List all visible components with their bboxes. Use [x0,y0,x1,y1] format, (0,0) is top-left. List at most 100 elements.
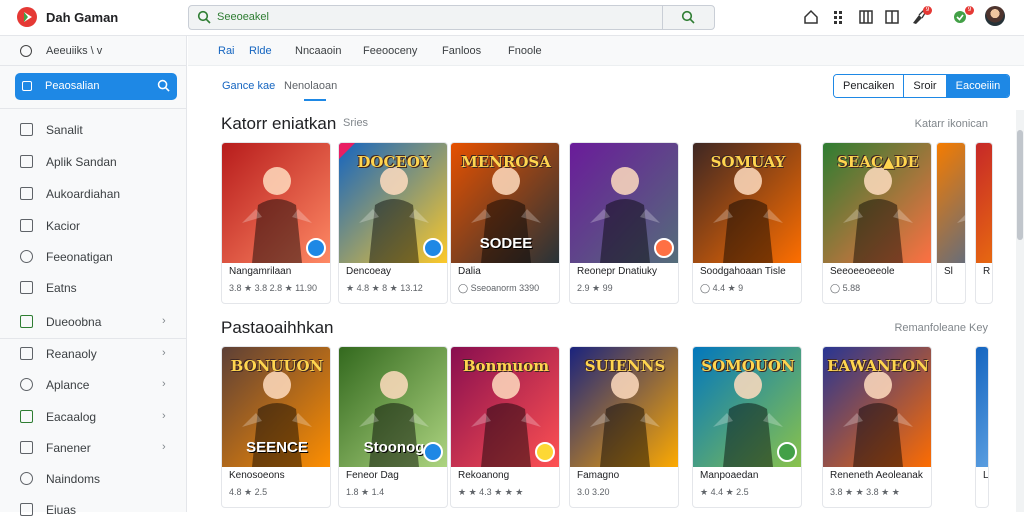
app-name: Dalia [458,266,481,277]
app-card[interactable]: Bonmuom Rekoanong ★ ★ 4.3 ★ ★ ★ [450,346,560,508]
app-card[interactable]: BONUUON SEENCE Kenosoeons 4.8 ★ 2.5 [221,346,331,508]
app-logo-icon[interactable] [16,6,38,28]
sidebar-group-games[interactable]: Dueoobna › [0,308,187,336]
sidebar-group-payment[interactable]: Fanener › [0,434,187,462]
scrollbar-thumb[interactable] [1017,130,1023,240]
verified-badge-icon [423,238,443,258]
verified-badge-icon [306,238,326,258]
grid-icon[interactable] [884,9,900,25]
section-more-link[interactable]: Remanfoleane Key [894,322,988,334]
app-rating: 3.8 ★ 3.8 2.8 ★ 11.90 [229,283,318,293]
app-name: Soodgahoaan Tisle [700,266,786,277]
divider [0,108,187,109]
sidebar-item-offers[interactable]: Feeonatigan [0,243,187,271]
sort-option[interactable]: Sroir [904,75,947,97]
sidebar-item-home[interactable]: Sanalit [0,116,187,144]
chevron-right-icon: › [162,347,166,359]
app-card[interactable]: L [975,346,989,508]
sidebar-item-apps[interactable]: Aplik Sandan [0,148,187,176]
sidebar-item-label: Aplik Sandan [46,155,117,169]
app-card[interactable]: MENROSA SODEE Dalia ◯ Sseoanorm 3390 [450,142,560,304]
sidebar-group-label: Naindoms [46,472,101,486]
app-name: Nangamrilaan [229,266,292,277]
tab-category[interactable]: Nncaaoin [295,45,341,57]
avatar[interactable] [985,6,1005,26]
kids-icon [20,219,33,232]
app-card[interactable]: SOMOUON Manpoaedan ★ 4.4 ★ 2.5 [692,346,802,508]
home-icon[interactable] [803,9,819,25]
app-card[interactable]: Stoonog Feneor Dag 1.8 ★ 1.4 [338,346,448,508]
payment-icon [20,441,33,454]
apps-icon [20,155,33,168]
tab-category[interactable]: Rai [218,45,235,57]
verified-badge-icon [535,442,555,462]
tab-category[interactable]: Fnoole [508,45,542,57]
scrollbar[interactable] [1016,110,1024,512]
app-name: Sl [944,266,953,277]
sidebar-item-books[interactable]: Aukoardiahan [0,180,187,208]
app-card[interactable]: Reonepr Dnatiuky 2.9 ★ 99 [569,142,679,304]
tab-category[interactable]: Fanloos [442,45,481,57]
search-input[interactable]: Seeoeakel [217,11,269,23]
app-card[interactable]: R [975,142,993,304]
app-art-title: SOMOUON [701,357,795,375]
app-rating: ★ 4.8 ★ 8 ★ 13.12 [346,283,423,293]
tab-category[interactable]: Rlde [249,45,272,57]
app-name: Kenosoeons [229,470,285,481]
top-bar: Dah Gaman Seeoeakel 9 9 [0,0,1024,36]
app-card[interactable]: SOMUAY Soodgahoaan Tisle ◯ 4.4 ★ 9 [692,142,802,304]
sidebar-item-extras[interactable]: Eatns [0,274,187,302]
search-button[interactable] [662,6,714,29]
app-thumbnail[interactable] [976,143,992,263]
filter-row: Gance kae Nenolaoan Pencaiken Sroir Eaco… [210,72,1018,102]
grid-icon [20,281,33,294]
app-card[interactable]: Nangamrilaan 3.8 ★ 3.8 2.8 ★ 11.90 [221,142,331,304]
sidebar-search-button[interactable]: Peaosalian [15,73,177,100]
sidebar-group-info[interactable]: Eiuas [0,496,187,524]
app-rating: ◯ 4.4 ★ 9 [700,283,744,293]
sidebar-search-label: Peaosalian [45,80,100,92]
sort-option[interactable]: Pencaiken [834,75,905,97]
app-thumbnail[interactable] [976,347,988,467]
sort-option-selected[interactable]: Eacoeiiin [946,75,1010,97]
account-switcher[interactable]: Aeeuiiks \ v [0,36,187,66]
account-icon [20,45,32,57]
app-rating: 2.9 ★ 99 [577,283,613,293]
app-name: Dencoeay [346,266,392,277]
app-rating: 1.8 ★ 1.4 [346,487,385,497]
app-card[interactable]: DOCEOY Dencoeay ★ 4.8 ★ 8 ★ 13.12 [338,142,448,304]
app-art-title: DOCEOY [357,153,431,171]
help-icon [20,472,33,485]
sidebar-item-kids[interactable]: Kacior [0,212,187,240]
gift-icon [20,250,33,263]
app-card[interactable]: EAWANEON Reneneth Aeoleanak 3.8 ★ ★ 3.8 ★ … [822,346,932,508]
sidebar-group-settings[interactable]: Aplance › [0,371,187,399]
library-icon[interactable] [858,9,874,25]
apps-icon[interactable] [832,9,848,25]
main-content: Rai Rlde Nncaaoin Feeooceny Fanloos Fnoo… [188,36,1024,512]
verified-badge-icon [777,442,797,462]
notification-badge: 9 [923,6,932,15]
tab-games[interactable]: Gance kae [222,80,275,92]
sidebar-group-shop[interactable]: Eacaalog › [0,403,187,431]
app-art-title: SEAC▲DE [837,153,919,171]
app-card[interactable]: SUIENNS Famagno 3.0 3.20 [569,346,679,508]
app-name: Rekoanong [458,470,510,481]
app-card[interactable]: Sl [936,142,966,304]
app-name: Famagno [577,470,620,481]
app-thumbnail[interactable] [937,143,965,263]
app-art-title: SUIENNS [584,357,666,375]
sidebar-item-label: Sanalit [46,123,83,137]
section-more-link[interactable]: Katarr ikonican [915,118,988,130]
sidebar-group-help[interactable]: Naindoms [0,465,187,493]
sidebar-group-charts[interactable]: Reanaoly › [0,340,187,368]
tab-category[interactable]: Feeooceny [363,45,417,57]
home-icon [20,123,33,136]
app-title: Dah Gaman [46,10,119,25]
sidebar-item-label: Aukoardiahan [46,187,121,201]
app-name: R [983,266,991,277]
app-card[interactable]: SEAC▲DE Seeoeeoeeole ◯ 5.88 [822,142,932,304]
app-art-subtitle: SEENCE [246,439,308,456]
tab-recommended[interactable]: Nenolaoan [284,80,337,92]
search-bar[interactable]: Seeoeakel [188,5,715,30]
